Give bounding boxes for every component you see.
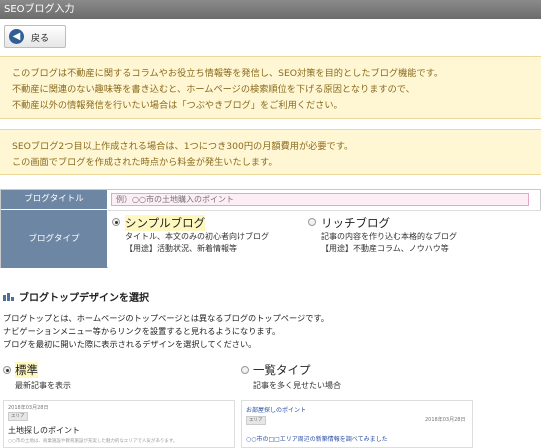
preview-title-link: お部屋探しのポイント	[246, 407, 307, 414]
blog-type-rich-title: リッチブログ	[321, 216, 390, 230]
blog-type-simple-radio[interactable]	[112, 218, 120, 226]
grid-bars-icon	[3, 291, 14, 301]
back-button[interactable]: ◀ 戻る	[4, 25, 66, 48]
design-list-desc: 記事を多く見せたい場合	[253, 381, 341, 390]
blog-type-label: ブログタイプ	[1, 210, 107, 268]
window-title-bar: SEOブログ入力	[0, 0, 541, 19]
design-list-option[interactable]: 一覧タイプ 記事を多く見せたい場合	[241, 362, 441, 394]
fee-notice: SEOブログ2つ目以上作成される場合は、1つにつき300円の月額費用が必要です。…	[0, 129, 541, 175]
notice-line: 不動産に関連のない趣味等を書き込むと、ホームページの検索順位を下げる原因となりま…	[12, 84, 415, 95]
toolbar: ◀ 戻る	[0, 19, 541, 55]
seo-notice: このブログは不動産に関するコラムやお役立ち情報等を発信し、SEO対策を目的とした…	[0, 56, 541, 119]
blog-type-simple-desc: タイトル、本文のみの初心者向けブログ 【用途】活動状況、新着情報等	[125, 231, 269, 255]
design-list-radio[interactable]	[241, 366, 249, 374]
design-section-title: ブログトップデザインを選択	[19, 293, 149, 304]
design-list-title: 一覧タイプ	[253, 363, 311, 377]
blog-type-rich-radio[interactable]	[308, 218, 316, 226]
design-standard-radio[interactable]	[3, 366, 11, 374]
preview-tag: エリア	[8, 412, 28, 421]
intro-line: ブログを最初に開いた際に表示されるデザインを選択してください。	[3, 339, 257, 349]
back-button-label: 戻る	[31, 34, 50, 44]
blog-title-label: ブログタイトル	[1, 190, 107, 210]
design-standard-title: 標準	[15, 362, 38, 378]
blog-title-input[interactable]	[111, 193, 529, 206]
blog-type-options: シンプルブログ タイトル、本文のみの初心者向けブログ 【用途】活動状況、新着情報…	[108, 210, 541, 269]
window-title: SEOブログ入力	[4, 4, 75, 15]
preview-item-link: ○○市の□□エリア周辺の新築情報を調べてみました	[246, 436, 388, 443]
notice-line: この画面でブログを作成された時点から料金が発生いたします。	[12, 157, 278, 168]
design-standard-desc: 最新記事を表示	[15, 381, 71, 390]
blog-type-simple-title: シンプルブログ	[125, 215, 206, 231]
blog-type-rich-option[interactable]: リッチブログ 記事の内容を作り込む本格的なブログ 【用途】不動産コラム、ノウハウ…	[308, 215, 508, 267]
design-standard-preview: 2018年03月28日 エリア 土地探しのポイント ○○市の土地は、商業施設や教…	[3, 400, 235, 448]
preview-heading: 土地探しのポイント	[8, 426, 80, 435]
preview-date: 2018年03月28日	[425, 417, 466, 423]
option-desc-line: 記事の内容を作り込む本格的なブログ	[321, 232, 457, 241]
option-desc-line: 【用途】活動状況、新着情報等	[125, 244, 237, 253]
notice-line: このブログは不動産に関するコラムやお役立ち情報等を発信し、SEO対策を目的とした…	[12, 68, 444, 79]
intro-line: ブログトップとは、ホームページのトップページとは異なるブログのトップページです。	[3, 313, 329, 323]
design-list-preview: お部屋探しのポイント エリア 2018年03月28日 ○○市の□□エリア周辺の新…	[241, 400, 473, 448]
notice-line: 不動産以外の情報発信を行いたい場合は「つぶやきブログ」をご利用ください。	[12, 100, 343, 111]
blog-type-rich-desc: 記事の内容を作り込む本格的なブログ 【用途】不動産コラム、ノウハウ等	[321, 231, 457, 255]
arrow-left-icon: ◀	[9, 29, 24, 44]
design-intro: ブログトップとは、ホームページのトップページとは異なるブログのトップページです。…	[3, 312, 329, 351]
design-standard-option[interactable]: 標準 最新記事を表示	[3, 362, 203, 394]
blog-type-simple-option[interactable]: シンプルブログ タイトル、本文のみの初心者向けブログ 【用途】活動状況、新着情報…	[112, 215, 302, 267]
preview-body: ○○市の土地は、商業施設や教育施設が充実した魅力的なエリアで人気があります。	[8, 439, 178, 444]
blog-form: ブログタイトル ブログタイプ シンプルブログ タイトル、本文のみの初心者向けブロ…	[0, 189, 541, 269]
preview-tag: エリア	[246, 416, 266, 425]
intro-line: ナビゲーションメニュー等からリンクを設置すると見れるようになります。	[3, 326, 281, 336]
notice-line: SEOブログ2つ目以上作成される場合は、1つにつき300円の月額費用が必要です。	[12, 141, 354, 152]
preview-date: 2018年03月28日	[8, 405, 49, 411]
option-desc-line: 【用途】不動産コラム、ノウハウ等	[321, 244, 449, 253]
option-desc-line: タイトル、本文のみの初心者向けブログ	[125, 232, 269, 241]
